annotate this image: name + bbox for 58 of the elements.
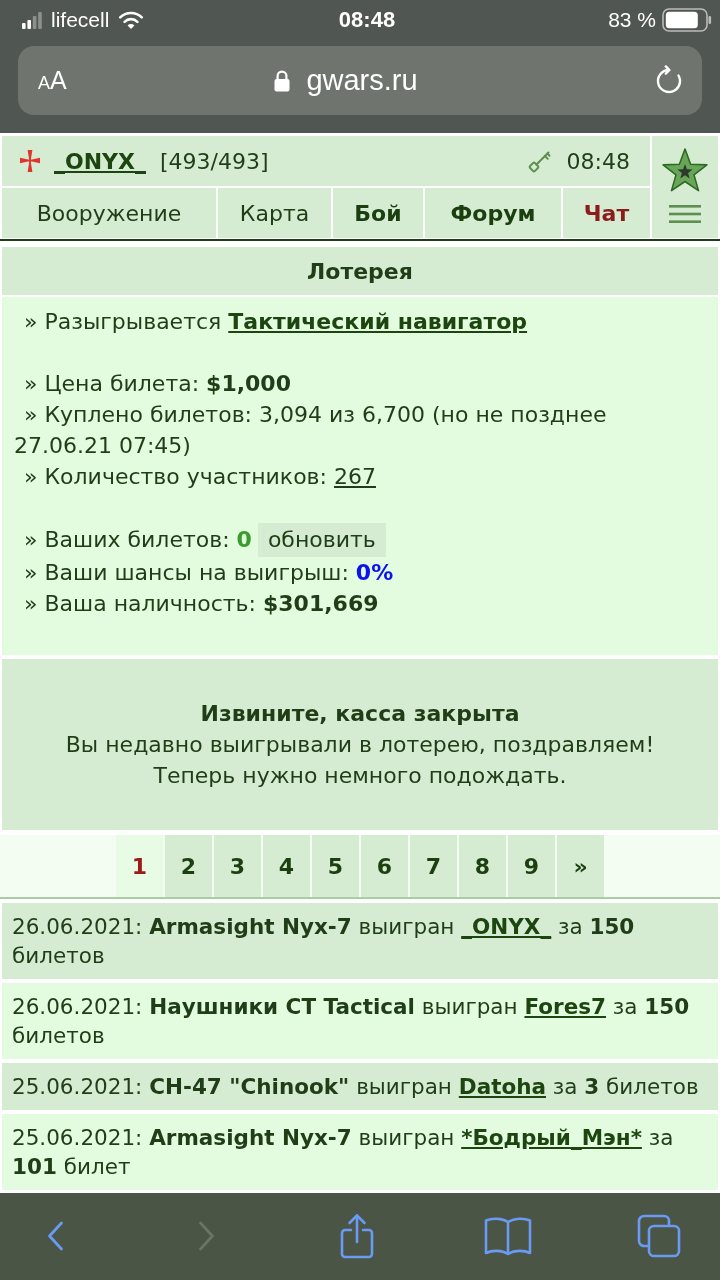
star-icon[interactable] [661, 148, 709, 192]
key-icon [526, 148, 553, 174]
info-line: » Ваша наличность: $301,669 [23, 590, 380, 618]
page-button[interactable]: » [557, 835, 604, 897]
winner-entry: 25.06.2021: Armasight Nyx-7 выигран *Бодрый_Мэн* за 101 билет [2, 1114, 718, 1190]
battery-icon [662, 8, 712, 32]
player-link[interactable]: Fores7 [524, 994, 606, 1019]
info-line: » Ваши шансы на выигрыш: 0% [23, 559, 395, 587]
info-line: » Количество участников: 267 [23, 463, 377, 491]
text-size-button[interactable]: AA [38, 66, 78, 95]
notice-title: Извините, касса закрыта [200, 700, 520, 728]
reload-icon[interactable] [654, 65, 684, 96]
signal-icon [22, 11, 42, 29]
url-text: gwars.ru [306, 64, 418, 97]
prize-link[interactable]: Тактический навигатор [228, 309, 528, 334]
share-icon[interactable] [339, 1212, 375, 1259]
clock-time: 08:48 [566, 148, 630, 174]
info-line: » Ваших билетов: 0 обновить [14, 523, 706, 557]
book-icon[interactable] [484, 1215, 532, 1256]
winner-entry: 26.06.2021: Наушники CT Tactical выигран Fores7 за 150 билетов [2, 983, 718, 1059]
nav-tab[interactable]: Вооружение [2, 188, 216, 238]
player-link[interactable]: Datoha [458, 1074, 546, 1099]
page-button[interactable]: 2 [165, 835, 212, 897]
address-bar[interactable]: AA gwars.ru [18, 46, 702, 115]
winner-entry: 25.06.2021: CH-47 "Chinook" выигран Datoha за 3 билетов [2, 1063, 718, 1110]
page-button[interactable]: 5 [312, 835, 359, 897]
info-line: » Разыгрывается Тактический навигатор [23, 308, 529, 336]
page-button[interactable]: 3 [214, 835, 261, 897]
status-time: 08:48 [338, 7, 396, 33]
page-button[interactable]: 6 [361, 835, 408, 897]
lock-icon [274, 69, 291, 92]
health-text: [493/493] [160, 148, 269, 174]
info-line: » Куплено билетов: 3,094 из 6,700 (но не позднее 27.06.21 07:45) [14, 401, 608, 460]
back-icon[interactable] [46, 1220, 64, 1251]
notice-text: Вы недавно выигрывали в лотерею, поздравляем! Теперь нужно немного подождать. [64, 731, 656, 790]
player-name-link[interactable]: _ONYX_ [54, 148, 146, 174]
wifi-icon [118, 10, 145, 30]
page-button[interactable]: 8 [459, 835, 506, 897]
cross-icon [20, 150, 40, 172]
menu-icon[interactable] [669, 205, 701, 223]
refresh-button[interactable]: обновить [257, 523, 386, 557]
nav-tab[interactable]: Чат [563, 188, 650, 238]
section-header: Лотерея [2, 247, 718, 295]
nav-tab[interactable]: Карта [218, 188, 331, 238]
battery-percent: 83 % [608, 8, 656, 32]
page-button[interactable]: 7 [410, 835, 457, 897]
nav-tab[interactable]: Форум [425, 188, 561, 238]
page-button[interactable]: 4 [263, 835, 310, 897]
tabs-icon[interactable] [637, 1213, 681, 1258]
participants-link[interactable]: 267 [334, 464, 376, 489]
carrier-name: lifecell [51, 8, 110, 32]
nav-tab[interactable]: Бой [333, 188, 423, 238]
page-button[interactable]: 9 [508, 835, 555, 897]
player-link[interactable]: _ONYX_ [461, 914, 552, 939]
player-link[interactable]: *Бодрый_Мэн* [461, 1125, 642, 1150]
info-line: » Цена билета: $1,000 [23, 370, 292, 398]
winner-entry: 26.06.2021: Armasight Nyx-7 выигран _ONYX_ за 150 билетов [2, 903, 718, 979]
page-button[interactable]: 1 [116, 835, 163, 897]
